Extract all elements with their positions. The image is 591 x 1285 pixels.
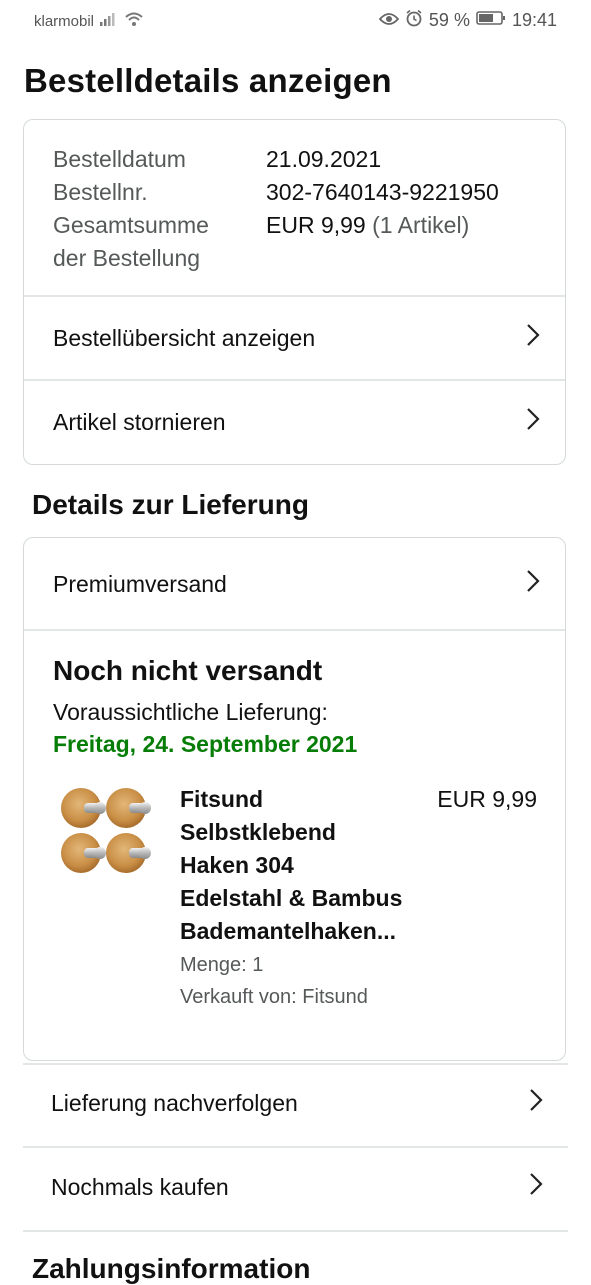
payment-section-title: Zahlungsinformation — [32, 1253, 311, 1284]
battery-icon — [476, 10, 506, 31]
battery-percent: 59 % — [428, 10, 470, 30]
status-bar-left: klarmobil — [34, 11, 144, 31]
shipping-method-row[interactable]: Premiumversand — [24, 542, 565, 626]
track-delivery-row[interactable]: Lieferung nachverfolgen — [23, 1061, 568, 1145]
buy-again-row[interactable]: Nochmals kaufen — [23, 1145, 568, 1229]
order-date-label: Bestelldatum — [53, 146, 186, 172]
product-seller: Verkauft von: Fitsund — [180, 986, 368, 1008]
delivery-card: Premiumversand Noch nicht versandt Vorau… — [23, 537, 566, 1061]
order-summary-card: Bestelldatum 21.09.2021 Bestellnr. 302-7… — [23, 119, 566, 465]
order-number-label: Bestellnr. — [53, 179, 148, 205]
order-date-value: 21.09.2021 — [266, 146, 382, 172]
shipment-status: Noch nicht versandt — [53, 655, 323, 686]
divider — [23, 1230, 568, 1232]
page-title: Bestelldetails anzeigen — [24, 62, 392, 99]
signal-icon — [100, 12, 118, 30]
product-price: EUR 9,99 — [437, 786, 537, 812]
product-title-line: Haken 304 — [180, 852, 294, 878]
eye-icon — [378, 10, 400, 31]
order-item-count: (1 Artikel) — [372, 212, 470, 238]
track-delivery-label: Lieferung nachverfolgen — [51, 1089, 298, 1116]
wifi-icon — [124, 11, 144, 31]
chevron-right-icon — [525, 568, 541, 600]
product-quantity: Menge: 1 — [180, 954, 264, 976]
product-title-line: Edelstahl & Bambus — [180, 885, 403, 911]
cancel-items-label: Artikel stornieren — [53, 408, 226, 435]
chevron-right-icon — [525, 406, 541, 438]
view-order-summary-row[interactable]: Bestellübersicht anzeigen — [24, 296, 565, 380]
order-number-value: 302-7640143-9221950 — [266, 179, 499, 205]
status-bar-right: 59 % 19:41 — [378, 9, 557, 32]
view-order-summary-label: Bestellübersicht anzeigen — [53, 324, 316, 351]
status-bar: klarmobil 59 % 19:41 — [0, 0, 591, 40]
order-total-value: EUR 9,99 — [266, 212, 366, 238]
chevron-right-icon — [528, 1171, 544, 1203]
shipping-method-label: Premiumversand — [53, 570, 227, 597]
clock-time: 19:41 — [511, 10, 557, 30]
buy-again-label: Nochmals kaufen — [51, 1173, 229, 1200]
order-total-label-line2: der Bestellung — [53, 245, 201, 271]
cancel-items-row[interactable]: Artikel stornieren — [24, 380, 565, 464]
product-title-line: Selbstklebend — [180, 819, 336, 845]
product-title-line: Bademantelhaken... — [180, 918, 397, 944]
order-total-label-line1: Gesamtsumme — [53, 212, 209, 238]
carrier-name: klarmobil — [34, 12, 95, 30]
delivery-section-title: Details zur Lieferung — [32, 489, 309, 520]
chevron-right-icon — [525, 322, 541, 354]
alarm-icon — [405, 9, 423, 32]
product-title[interactable]: Fitsund Selbstklebend Haken 304 Edelstah… — [180, 783, 420, 948]
estimated-delivery-label: Voraussichtliche Lieferung: — [53, 699, 328, 725]
divider — [24, 629, 565, 631]
product-image[interactable] — [60, 786, 152, 878]
chevron-right-icon — [528, 1087, 544, 1119]
order-total-value-wrap: EUR 9,99 (1 Artikel) — [266, 209, 469, 242]
product-title-line: Fitsund — [180, 786, 264, 812]
estimated-delivery-date: Freitag, 24. September 2021 — [53, 731, 358, 757]
